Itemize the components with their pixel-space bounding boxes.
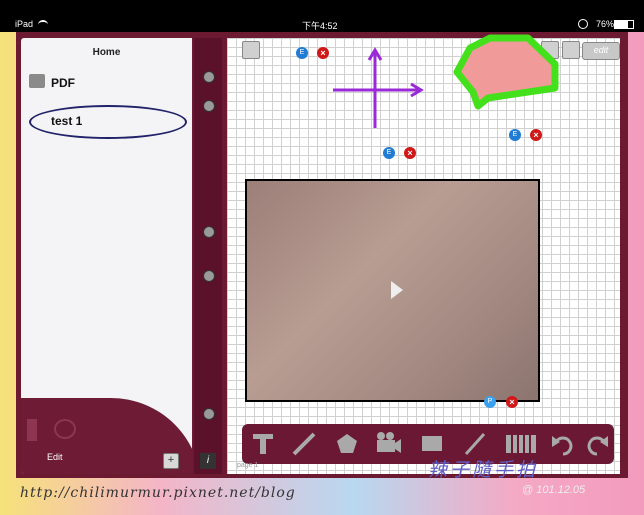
text-tool-icon[interactable] <box>253 434 273 454</box>
watermark-signature: 辣子隨手拍 <box>428 460 539 481</box>
rectangle-tool-icon[interactable] <box>422 436 442 451</box>
piano-icon[interactable] <box>506 435 536 453</box>
video-camera-icon[interactable] <box>377 432 401 453</box>
watermark-date: @ 101.12.05 <box>522 484 586 496</box>
pen-tool-icon[interactable] <box>292 432 316 456</box>
watermark-url: http://chilimurmur.pixnet.net/blog <box>20 485 296 501</box>
undo-icon[interactable] <box>552 436 573 456</box>
redo-icon[interactable] <box>587 436 608 456</box>
shape-tool-icon[interactable] <box>337 434 357 453</box>
toolbar-icons <box>253 432 608 456</box>
page-label: page 1 <box>237 462 259 469</box>
pencil-tool-icon[interactable] <box>464 432 486 456</box>
